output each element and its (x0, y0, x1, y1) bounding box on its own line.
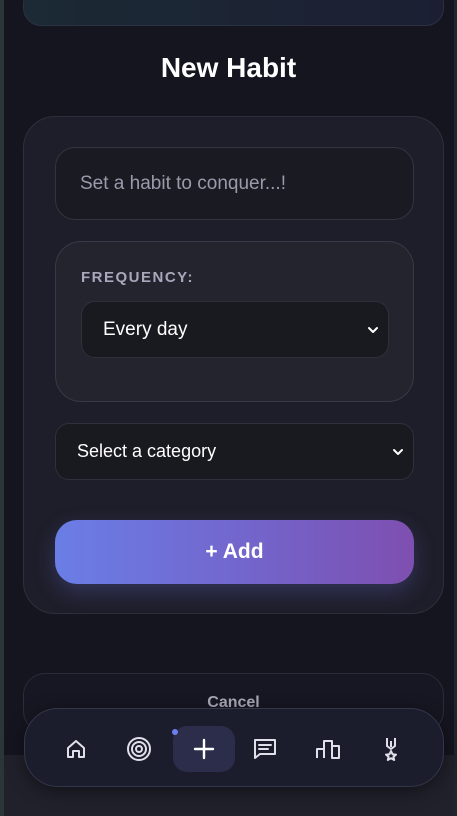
bottom-nav (24, 708, 444, 787)
previous-card-edge (23, 0, 444, 26)
notification-dot (172, 729, 178, 735)
frequency-select[interactable]: Every day (81, 301, 389, 358)
chevron-down-icon (366, 323, 380, 337)
frequency-select-value: Every day (103, 318, 188, 340)
nav-achievements[interactable] (362, 726, 420, 772)
habit-name-input[interactable] (55, 147, 414, 220)
leaderboard-icon (315, 736, 341, 762)
nav-add[interactable] (173, 726, 235, 772)
medal-icon (379, 736, 403, 762)
nav-home[interactable] (47, 726, 105, 772)
new-habit-form: FREQUENCY: Every day Select a category +… (23, 116, 444, 614)
chevron-down-icon (391, 445, 405, 459)
nav-leaderboard[interactable] (299, 726, 357, 772)
category-select[interactable]: Select a category (55, 423, 414, 480)
nav-goals[interactable] (110, 726, 168, 772)
plus-icon (192, 737, 216, 761)
frequency-label: FREQUENCY: (81, 269, 195, 286)
target-icon (125, 735, 153, 763)
add-habit-button[interactable]: + Add (55, 520, 414, 584)
page-title: New Habit (160, 52, 297, 83)
frequency-section: FREQUENCY: Every day (55, 241, 414, 402)
home-icon (64, 737, 88, 761)
chat-icon (252, 736, 278, 762)
nav-chat[interactable] (236, 726, 294, 772)
window-frame-left (0, 0, 4, 816)
category-select-value: Select a category (77, 441, 217, 461)
